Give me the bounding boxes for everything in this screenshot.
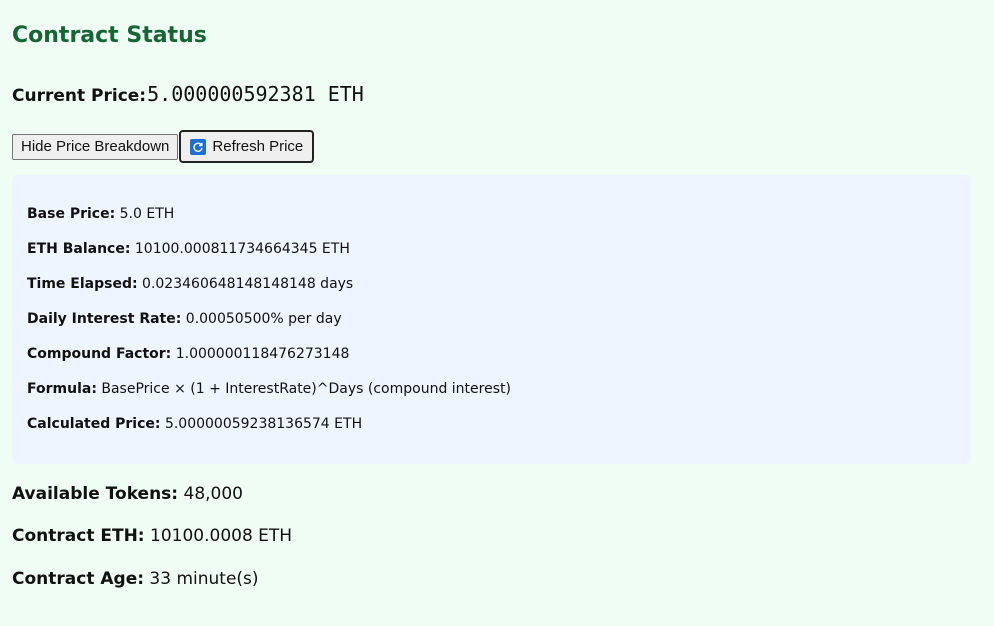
current-price-line: Current Price: 5.000000592381 ETH	[12, 82, 364, 106]
refresh-price-label: Refresh Price	[212, 138, 304, 155]
available-tokens-value: 48,000	[183, 484, 243, 504]
breakdown-label: Calculated Price:	[27, 416, 161, 432]
breakdown-row-base-price: Base Price: 5.0 ETH	[27, 206, 174, 222]
page-title: Contract Status	[12, 23, 207, 48]
price-breakdown: Base Price: 5.0 ETH ETH Balance: 10100.0…	[12, 175, 971, 464]
breakdown-label: ETH Balance:	[27, 241, 131, 257]
breakdown-row-eth-balance: ETH Balance: 10100.000811734664345 ETH	[27, 241, 350, 257]
contract-age: Contract Age: 33 minute(s)	[12, 569, 259, 589]
breakdown-value: BasePrice × (1 + InterestRate)^Days (com…	[101, 381, 511, 397]
refresh-price-button[interactable]: Refresh Price	[179, 130, 315, 163]
breakdown-row-calculated-price: Calculated Price: 5.00000059238136574 ET…	[27, 416, 362, 432]
contract-age-value: 33 minute(s)	[149, 569, 259, 589]
contract-eth-label: Contract ETH:	[12, 526, 145, 546]
contract-status-panel: Contract Status Current Price: 5.0000005…	[0, 0, 982, 626]
breakdown-value: 1.000000118476273148	[175, 346, 350, 362]
current-price-value: 5.000000592381 ETH	[147, 82, 364, 106]
contract-eth-value: 10100.0008 ETH	[150, 526, 293, 546]
breakdown-label: Compound Factor:	[27, 346, 172, 362]
breakdown-label: Daily Interest Rate:	[27, 311, 182, 327]
breakdown-label: Base Price:	[27, 206, 116, 222]
breakdown-value: 0.023460648148148148 days	[142, 276, 354, 292]
hide-price-breakdown-button[interactable]: Hide Price Breakdown	[12, 133, 179, 160]
button-row: Hide Price Breakdown Refresh Price	[12, 130, 315, 163]
breakdown-value: 10100.000811734664345 ETH	[134, 241, 350, 257]
refresh-icon	[190, 138, 207, 155]
contract-age-label: Contract Age:	[12, 569, 145, 589]
breakdown-label: Time Elapsed:	[27, 276, 138, 292]
contract-eth: Contract ETH: 10100.0008 ETH	[12, 526, 292, 546]
available-tokens: Available Tokens: 48,000	[12, 484, 243, 504]
available-tokens-label: Available Tokens:	[12, 484, 179, 504]
breakdown-value: 5.00000059238136574 ETH	[164, 416, 363, 432]
breakdown-label: Formula:	[27, 381, 97, 397]
breakdown-row-formula: Formula: BasePrice × (1 + InterestRate)^…	[27, 381, 511, 397]
hide-price-breakdown-label: Hide Price Breakdown	[21, 138, 170, 155]
breakdown-value: 5.0 ETH	[119, 206, 175, 222]
breakdown-row-compound-factor: Compound Factor: 1.000000118476273148	[27, 346, 349, 362]
current-price-label: Current Price:	[12, 86, 147, 106]
breakdown-row-daily-interest-rate: Daily Interest Rate: 0.00050500% per day	[27, 311, 342, 327]
breakdown-value: 0.00050500% per day	[185, 311, 342, 327]
breakdown-row-time-elapsed: Time Elapsed: 0.023460648148148148 days	[27, 276, 353, 292]
